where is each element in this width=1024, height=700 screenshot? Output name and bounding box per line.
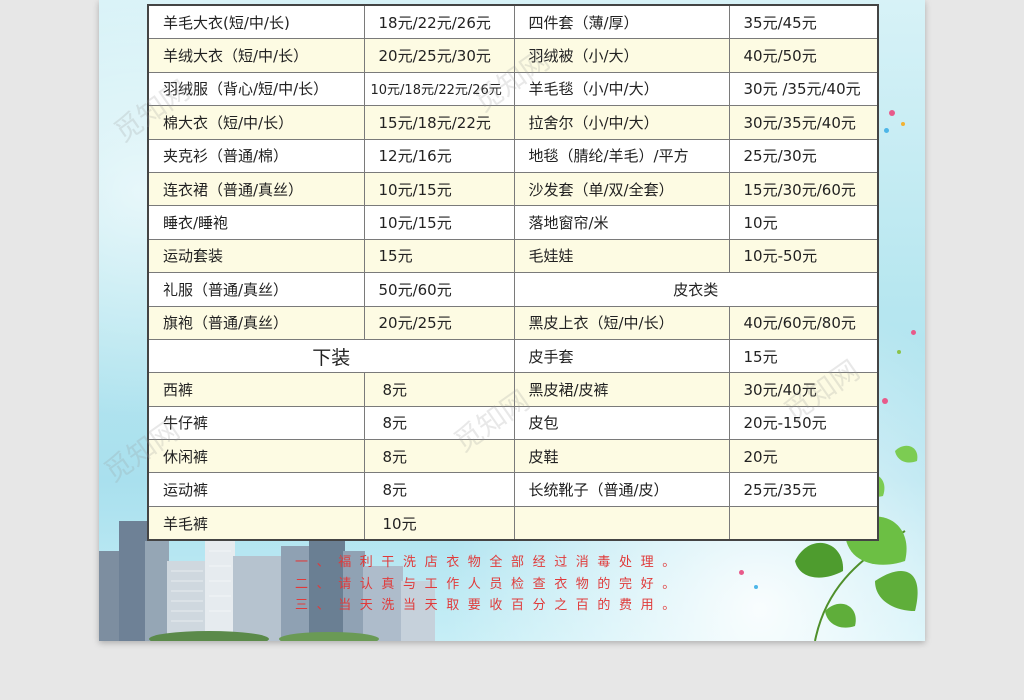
item-name: 拉舍尔（小/中/大） bbox=[513, 105, 730, 140]
item-price: 10元/15元 bbox=[363, 205, 515, 240]
item-name: 夹克衫（普通/棉） bbox=[147, 138, 365, 173]
item-price: 40元/60元/80元 bbox=[728, 305, 879, 340]
decor-dot bbox=[889, 110, 895, 116]
item-name: 羊绒大衣（短/中/长） bbox=[147, 38, 365, 73]
item-price: 20元-150元 bbox=[728, 405, 879, 441]
item-price: 10元 bbox=[363, 505, 515, 541]
item-price: 8元 bbox=[363, 439, 515, 474]
item-price: 30元 /35元/40元 bbox=[728, 71, 879, 107]
item-name: 运动裤 bbox=[147, 472, 365, 507]
item-price: 30元/35元/40元 bbox=[728, 105, 879, 140]
item-name: 棉大衣（短/中/长） bbox=[147, 105, 365, 140]
item-name: 羊毛毯（小/中/大） bbox=[513, 71, 730, 107]
item-price: 10元 bbox=[728, 205, 879, 240]
item-name: 休闲裤 bbox=[147, 439, 365, 474]
decor-dot bbox=[901, 122, 905, 126]
price-table: 羊毛大衣(短/中/长) 18元/22元/26元 四件套（薄/厚） 35元/45元… bbox=[147, 4, 879, 542]
item-name: 牛仔裤 bbox=[147, 405, 365, 441]
item-price: 15元/30元/60元 bbox=[728, 171, 879, 207]
table-row: 羊绒大衣（短/中/长） 20元/25元/30元 羽绒被（小/大） 40元/50元 bbox=[147, 38, 879, 73]
item-price: 20元/25元/30元 bbox=[363, 38, 515, 73]
note-line: 二、请认真与工作人员检查衣物的完好。 bbox=[295, 576, 684, 592]
item-name: 连衣裙（普通/真丝） bbox=[147, 171, 365, 207]
table-row: 礼服（普通/真丝） 50元/60元 皮衣类 bbox=[147, 272, 879, 307]
table-row: 睡衣/睡袍 10元/15元 落地窗帘/米 10元 bbox=[147, 205, 879, 240]
item-name: 落地窗帘/米 bbox=[513, 205, 730, 240]
item-name: 黑皮裙/皮裤 bbox=[513, 372, 730, 407]
section-header-bottoms: 下装 bbox=[147, 338, 515, 374]
table-row: 下装 皮手套 15元 bbox=[147, 338, 879, 374]
item-price: 8元 bbox=[363, 372, 515, 407]
table-row: 羊毛大衣(短/中/长) 18元/22元/26元 四件套（薄/厚） 35元/45元 bbox=[147, 4, 879, 40]
item-name: 羽绒服（背心/短/中/长） bbox=[147, 71, 365, 107]
item-price: 30元/40元 bbox=[728, 372, 879, 407]
item-name: 礼服（普通/真丝） bbox=[147, 272, 365, 307]
item-name: 皮手套 bbox=[513, 338, 730, 374]
item-name: 羽绒被（小/大） bbox=[513, 38, 730, 73]
empty-cell bbox=[513, 505, 730, 541]
decor-dot bbox=[882, 398, 888, 404]
table-row: 羽绒服（背心/短/中/长） 10元/18元/22元/26元 羊毛毯（小/中/大）… bbox=[147, 71, 879, 107]
item-price: 25元/30元 bbox=[728, 138, 879, 173]
decor-dot bbox=[911, 330, 916, 335]
item-price: 8元 bbox=[363, 472, 515, 507]
item-price: 15元 bbox=[728, 338, 879, 374]
table-row: 运动裤 8元 长统靴子（普通/皮） 25元/35元 bbox=[147, 472, 879, 507]
table-row: 西裤 8元 黑皮裙/皮裤 30元/40元 bbox=[147, 372, 879, 407]
item-price: 10元/18元/22元/26元 bbox=[363, 71, 515, 107]
item-name: 羊毛大衣(短/中/长) bbox=[147, 4, 365, 40]
item-name: 睡衣/睡袍 bbox=[147, 205, 365, 240]
item-price: 15元 bbox=[363, 238, 515, 274]
item-name: 沙发套（单/双/全套） bbox=[513, 171, 730, 207]
item-price: 12元/16元 bbox=[363, 138, 515, 173]
item-name: 运动套装 bbox=[147, 238, 365, 274]
table-row: 夹克衫（普通/棉） 12元/16元 地毯（腈纶/羊毛）/平方 25元/30元 bbox=[147, 138, 879, 173]
note-line: 一、福利干洗店衣物全部经过消毒处理。 bbox=[295, 555, 684, 570]
item-price: 10元/15元 bbox=[363, 171, 515, 207]
notes-list: 一、福利干洗店衣物全部经过消毒处理。 二、请认真与工作人员检查衣物的完好。 三、… bbox=[295, 552, 684, 617]
item-price: 25元/35元 bbox=[728, 472, 879, 507]
table-row: 休闲裤 8元 皮鞋 20元 bbox=[147, 439, 879, 474]
item-name: 皮鞋 bbox=[513, 439, 730, 474]
item-name: 羊毛裤 bbox=[147, 505, 365, 541]
item-price: 40元/50元 bbox=[728, 38, 879, 73]
table-row: 羊毛裤 10元 bbox=[147, 505, 879, 541]
table-row: 棉大衣（短/中/长） 15元/18元/22元 拉舍尔（小/中/大） 30元/35… bbox=[147, 105, 879, 140]
item-price: 8元 bbox=[363, 405, 515, 441]
item-name: 皮包 bbox=[513, 405, 730, 441]
decor-dot bbox=[739, 570, 744, 575]
item-name: 黑皮上衣（短/中/长） bbox=[513, 305, 730, 340]
decor-dot bbox=[897, 350, 901, 354]
empty-cell bbox=[728, 505, 879, 541]
table-row: 运动套装 15元 毛娃娃 10元-50元 bbox=[147, 238, 879, 274]
laundry-price-poster: 羊毛大衣(短/中/长) 18元/22元/26元 四件套（薄/厚） 35元/45元… bbox=[99, 0, 925, 641]
item-price: 10元-50元 bbox=[728, 238, 879, 274]
item-price: 35元/45元 bbox=[728, 4, 879, 40]
item-name: 西裤 bbox=[147, 372, 365, 407]
item-name: 旗袍（普通/真丝） bbox=[147, 305, 365, 340]
item-price: 15元/18元/22元 bbox=[363, 105, 515, 140]
item-name: 长统靴子（普通/皮） bbox=[513, 472, 730, 507]
item-name: 四件套（薄/厚） bbox=[513, 4, 730, 40]
item-price: 50元/60元 bbox=[363, 272, 515, 307]
item-price: 18元/22元/26元 bbox=[363, 4, 515, 40]
section-header-leather: 皮衣类 bbox=[513, 272, 879, 307]
table-row: 牛仔裤 8元 皮包 20元-150元 bbox=[147, 405, 879, 441]
item-name: 毛娃娃 bbox=[513, 238, 730, 274]
item-price: 20元/25元 bbox=[363, 305, 515, 340]
table-row: 连衣裙（普通/真丝） 10元/15元 沙发套（单/双/全套） 15元/30元/6… bbox=[147, 171, 879, 207]
note-line: 三、当天洗当天取要收百分之百的费用。 bbox=[295, 598, 684, 613]
decor-dot bbox=[884, 128, 889, 133]
item-price: 20元 bbox=[728, 439, 879, 474]
item-name: 地毯（腈纶/羊毛）/平方 bbox=[513, 138, 730, 173]
table-row: 旗袍（普通/真丝） 20元/25元 黑皮上衣（短/中/长） 40元/60元/80… bbox=[147, 305, 879, 340]
